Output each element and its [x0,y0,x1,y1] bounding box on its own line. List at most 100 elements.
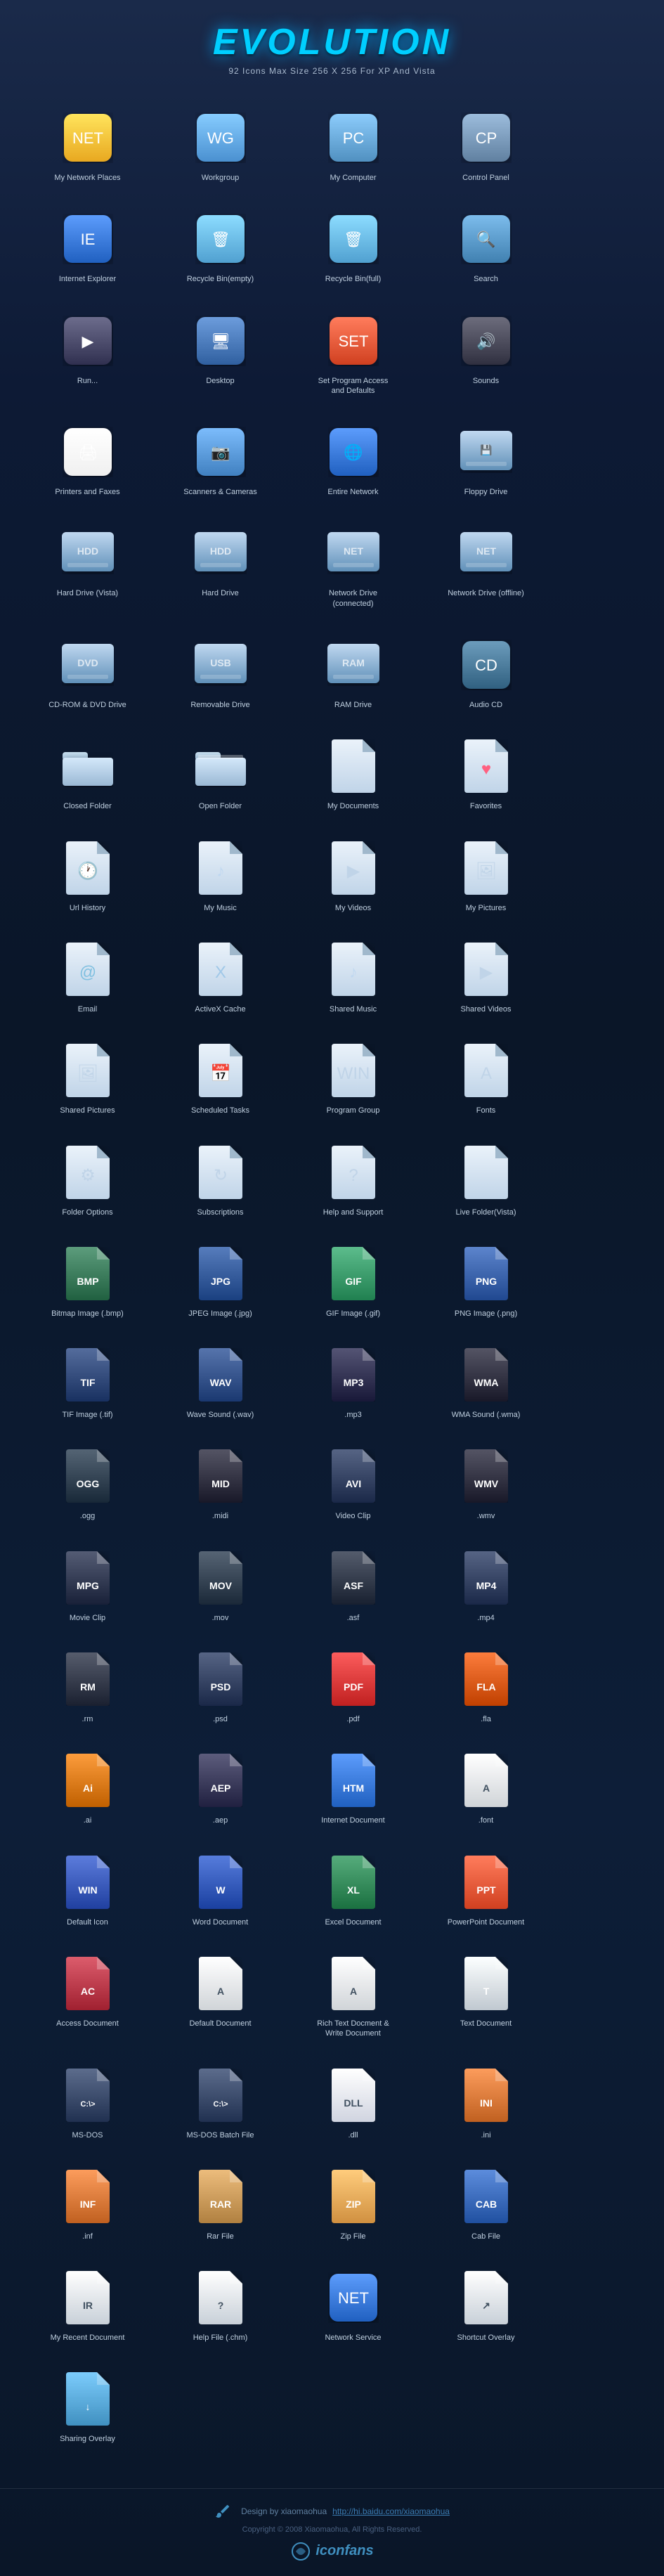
icon-cell-shared-music[interactable]: ♪ Shared Music [287,928,419,1030]
icon-cell-shared-videos[interactable]: ▶ Shared Videos [419,928,552,1030]
icon-cell-wma-sound[interactable]: WMA WMA Sound (.wma) [419,1334,552,1435]
icon-cell-url-history[interactable]: 🕐 Url History [21,827,154,928]
icon-cell-run[interactable]: ▶ Run... [21,300,154,412]
icon-cell-mp3[interactable]: MP3 .mp3 [287,1334,419,1435]
icon-cell-help-file[interactable]: ? Help File (.chm) [154,2257,287,2358]
icon-cell-internet-explorer[interactable]: IE Internet Explorer [21,198,154,299]
icon-cell-bitmap-image[interactable]: BMP Bitmap Image (.bmp) [21,1233,154,1334]
icon-cell-folder-options[interactable]: ⚙ Folder Options [21,1132,154,1233]
icon-cell-printers-faxes[interactable]: 🖨 Printers and Faxes [21,411,154,512]
icon-cell-email[interactable]: @ Email [21,928,154,1030]
icon-cell-hard-drive[interactable]: HDD Hard Drive [154,512,287,624]
icon-cell-network-service[interactable]: NET Network Service [287,2257,419,2358]
icon-cell-scanners-cameras[interactable]: 📷 Scanners & Cameras [154,411,287,512]
icon-cell-powerpoint-document[interactable]: PPT PowerPoint Document [419,1842,552,1943]
svg-text:↓: ↓ [85,2401,90,2412]
icon-cell-audio-cd[interactable]: CD Audio CD [419,624,552,725]
icon-cell-pdf[interactable]: PDF .pdf [287,1638,419,1740]
icon-cell-word-document[interactable]: W Word Document [154,1842,287,1943]
icon-cell-sharing-overlay[interactable]: ↓ Sharing Overlay [21,2358,154,2459]
icon-cell-closed-folder[interactable]: Closed Folder [21,725,154,827]
icon-cell-wmv[interactable]: WMV .wmv [419,1435,552,1536]
icon-cell-recycle-bin-full[interactable]: 🗑 Recycle Bin(full) [287,198,419,299]
icon-cell-my-pictures[interactable]: 🖼 My Pictures [419,827,552,928]
icon-cell-inf[interactable]: INF .inf [21,2156,154,2257]
icon-cell-mp4[interactable]: MP4 .mp4 [419,1537,552,1638]
icon-cell-ms-dos[interactable]: C:\> MS-DOS [21,2054,154,2156]
icon-cell-entire-network[interactable]: 🌐 Entire Network [287,411,419,512]
icon-cell-my-computer[interactable]: PC My Computer [287,97,419,198]
icon-cell-video-clip[interactable]: AVI Video Clip [287,1435,419,1536]
icon-cell-zip-file[interactable]: ZIP Zip File [287,2156,419,2257]
icon-img-scheduled-tasks: 📅 [193,1042,249,1099]
icon-cell-network-drive-connected[interactable]: NET Network Drive (connected) [287,512,419,624]
icon-cell-removable-drive[interactable]: USB Removable Drive [154,624,287,725]
icon-cell-sounds[interactable]: 🔊 Sounds [419,300,552,412]
icon-cell-hard-drive-vista[interactable]: HDD Hard Drive (Vista) [21,512,154,624]
icon-cell-floppy-drive[interactable]: 💾 Floppy Drive [419,411,552,512]
icon-cell-desktop[interactable]: 🖥 Desktop [154,300,287,412]
icon-cell-shortcut-overlay[interactable]: ↗ Shortcut Overlay [419,2257,552,2358]
icon-cell-my-music[interactable]: ♪ My Music [154,827,287,928]
icon-cell-control-panel[interactable]: CP Control Panel [419,97,552,198]
icon-cell-set-program-access[interactable]: SET Set Program Access and Defaults [287,300,419,412]
icon-cell-default-document[interactable]: A Default Document [154,1943,287,2054]
icon-cell-rich-text-document[interactable]: A Rich Text Docment & Write Document [287,1943,419,2054]
icon-cell-my-network-places[interactable]: NET My Network Places [21,97,154,198]
icon-cell-cab-file[interactable]: CAB Cab File [419,2156,552,2257]
icon-cell-midi[interactable]: MID .midi [154,1435,287,1536]
icon-cell-ms-dos-batch[interactable]: C:\> MS-DOS Batch File [154,2054,287,2156]
svg-text:🗑: 🗑 [344,231,363,248]
icon-cell-aep[interactable]: AEP .aep [154,1740,287,1841]
icon-cell-recycle-bin-empty[interactable]: 🗑 Recycle Bin(empty) [154,198,287,299]
icon-cell-ram-drive[interactable]: RAM RAM Drive [287,624,419,725]
icon-cell-text-document[interactable]: T Text Document [419,1943,552,2054]
icon-cell-ini[interactable]: INI .ini [419,2054,552,2156]
icon-cell-font[interactable]: A .font [419,1740,552,1841]
icon-cell-tif-image[interactable]: TIF TIF Image (.tif) [21,1334,154,1435]
iconfans-logo: iconfans [14,2541,650,2562]
icon-cell-access-document[interactable]: AC Access Document [21,1943,154,2054]
icon-cell-rm[interactable]: RM .rm [21,1638,154,1740]
icon-cell-network-drive-offline[interactable]: NET Network Drive (offline) [419,512,552,624]
icon-cell-my-videos[interactable]: ▶ My Videos [287,827,419,928]
icon-cell-psd[interactable]: PSD .psd [154,1638,287,1740]
icon-cell-open-folder[interactable]: Open Folder [154,725,287,827]
svg-text:♥: ♥ [481,760,490,779]
icon-cell-my-recent-document[interactable]: IR My Recent Document [21,2257,154,2358]
icon-cell-cdrom-dvd-drive[interactable]: DVD CD-ROM & DVD Drive [21,624,154,725]
icon-cell-ai[interactable]: Ai .ai [21,1740,154,1841]
icon-cell-workgroup[interactable]: WG Workgroup [154,97,287,198]
icon-cell-shared-pictures[interactable]: 🖼 Shared Pictures [21,1030,154,1131]
icon-cell-fonts[interactable]: A Fonts [419,1030,552,1131]
icon-cell-png-image[interactable]: PNG PNG Image (.png) [419,1233,552,1334]
icon-cell-default-icon[interactable]: WIN Default Icon [21,1842,154,1943]
icon-cell-wave-sound[interactable]: WAV Wave Sound (.wav) [154,1334,287,1435]
icon-img-ini: INI [458,2067,514,2123]
icon-cell-fla[interactable]: FLA .fla [419,1638,552,1740]
icon-cell-ogg[interactable]: OGG .ogg [21,1435,154,1536]
icon-cell-rar-file[interactable]: RAR Rar File [154,2156,287,2257]
icon-cell-jpeg-image[interactable]: JPG JPEG Image (.jpg) [154,1233,287,1334]
icon-img-shared-pictures: 🖼 [60,1042,116,1099]
svg-text:🗑: 🗑 [211,231,230,248]
icon-cell-help-support[interactable]: ? Help and Support [287,1132,419,1233]
icon-cell-favorites[interactable]: ♥ Favorites [419,725,552,827]
icon-cell-asf[interactable]: ASF .asf [287,1537,419,1638]
icon-cell-live-folder-vista[interactable]: Live Folder(Vista) [419,1132,552,1233]
icon-cell-mov[interactable]: MOV .mov [154,1537,287,1638]
icon-cell-my-documents[interactable]: My Documents [287,725,419,827]
icon-cell-excel-document[interactable]: XL Excel Document [287,1842,419,1943]
icon-cell-movie-clip[interactable]: MPG Movie Clip [21,1537,154,1638]
icon-cell-dll[interactable]: DLL .dll [287,2054,419,2156]
icon-cell-program-group[interactable]: WIN Program Group [287,1030,419,1131]
icon-cell-activex-cache[interactable]: X ActiveX Cache [154,928,287,1030]
icon-img-mov: MOV [193,1550,249,1606]
icon-cell-search[interactable]: 🔍 Search [419,198,552,299]
icon-cell-scheduled-tasks[interactable]: 📅 Scheduled Tasks [154,1030,287,1131]
icon-cell-gif-image[interactable]: GIF GIF Image (.gif) [287,1233,419,1334]
design-url[interactable]: http://hi.baidu.com/xiaomaohua [332,2506,450,2516]
icon-cell-internet-document[interactable]: HTM Internet Document [287,1740,419,1841]
icon-label-recycle-bin-full: Recycle Bin(full) [325,274,381,284]
icon-cell-subscriptions[interactable]: ↻ Subscriptions [154,1132,287,1233]
